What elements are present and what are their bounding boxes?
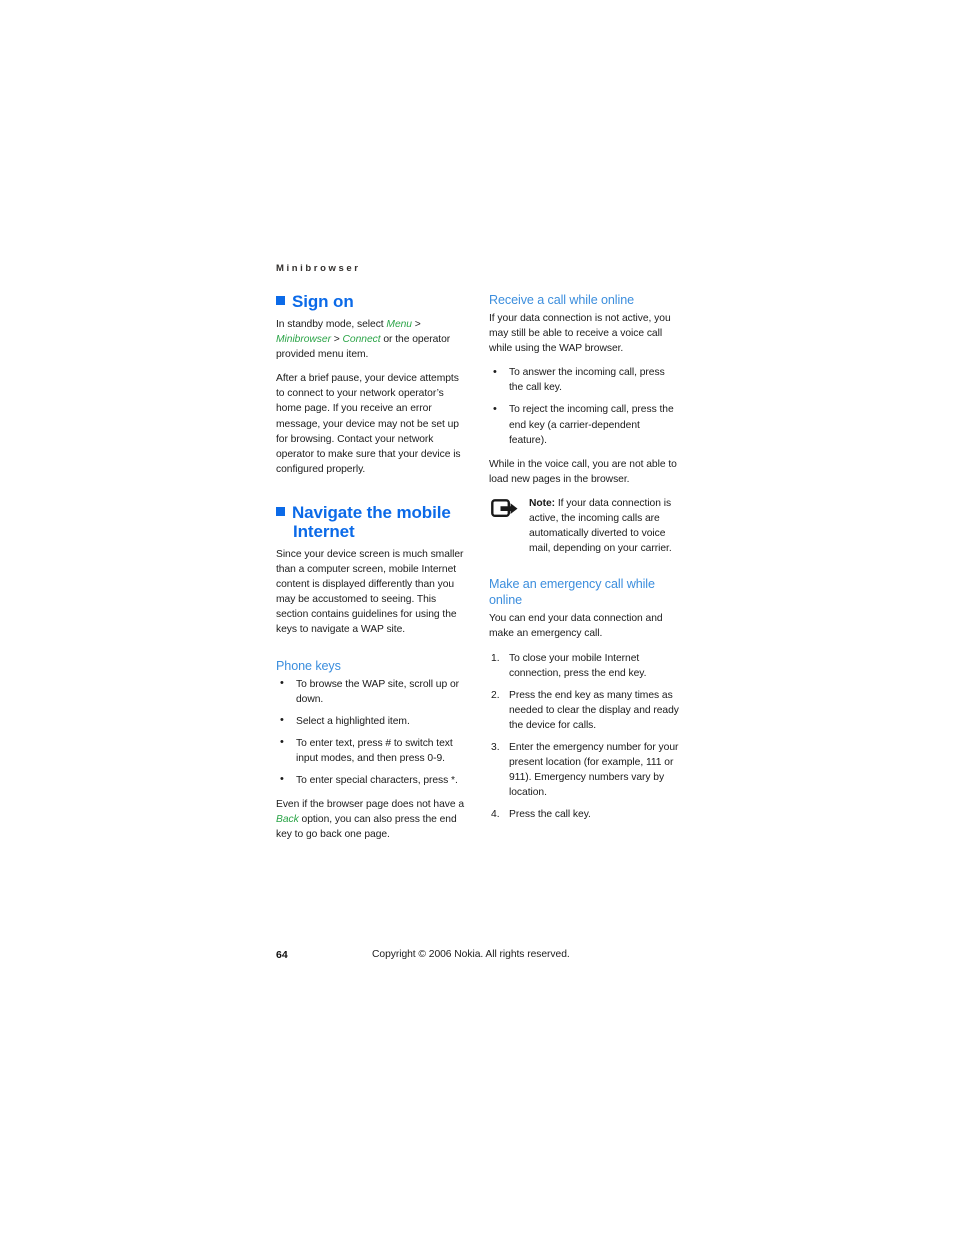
note-arrow-icon [491, 499, 521, 521]
list-item: To answer the incoming call, press the c… [489, 365, 680, 395]
menu-path-menu: Menu [386, 319, 412, 330]
list-item: To enter text, press # to switch text in… [276, 735, 467, 766]
sign-on-paragraph-2: After a brief pause, your device attempt… [276, 373, 461, 475]
subheading-receive-call: Receive a call while online [489, 293, 635, 307]
list-item: To reject the incoming call, press the e… [489, 402, 680, 447]
list-item: To enter special characters, press *. [276, 772, 467, 788]
phone-keys-closing-paragraph: Even if the browser page does not have a… [276, 797, 467, 842]
manual-page: Minibrowser Sign on In standby mode, sel… [0, 0, 954, 1235]
sign-on-p1-text-a: In standby mode, select [276, 319, 387, 330]
list-item: Select a highlighted item. [276, 713, 467, 729]
two-column-body: Sign on In standby mode, select Menu > M… [276, 292, 680, 842]
note-text: Note: If your data connection is active,… [529, 496, 680, 556]
navigate-paragraph-1: Since your device screen is much smaller… [276, 548, 464, 636]
note-label: Note: [529, 497, 556, 509]
page-number: 64 [276, 949, 288, 961]
right-column: Receive a call while online If your data… [489, 292, 680, 842]
subheading-emergency-call: Make an emergency call while online [489, 577, 655, 608]
section-heading-sign-on-label: Sign on [292, 292, 354, 311]
left-column: Sign on In standby mode, select Menu > M… [276, 292, 467, 842]
closing-text-a: Even if the browser page does not have a [276, 799, 465, 811]
back-option-label: Back [276, 814, 299, 826]
list-item: To browse the WAP site, scroll up or dow… [276, 676, 467, 707]
square-bullet-icon [276, 506, 285, 516]
list-item: Press the end key as many times as neede… [491, 688, 679, 731]
section-heading-navigate: Navigate the mobile Internet [276, 503, 467, 541]
square-bullet-icon [276, 296, 285, 305]
copyright-notice: Copyright © 2006 Nokia. All rights reser… [372, 949, 570, 960]
menu-path-sep-1: > [411, 319, 421, 330]
list-item: To close your mobile Internet connection… [491, 651, 647, 679]
note-callout: Note: If your data connection is active,… [489, 496, 680, 556]
receive-call-paragraph-1: If your data connection is not active, y… [489, 313, 671, 355]
closing-text-b: option, you can also press the end key t… [276, 814, 457, 841]
emergency-call-paragraph-1: You can end your data connection and mak… [489, 613, 663, 640]
list-item: Press the call key. [491, 807, 591, 822]
menu-path-connect: Connect [342, 334, 381, 346]
receive-call-bullet-list: To answer the incoming call, press the c… [489, 365, 680, 447]
sign-on-paragraph-1: In standby mode, select Menu > Minibrows… [276, 317, 467, 362]
menu-path-minibrowser: Minibrowser [276, 334, 331, 346]
section-heading-sign-on: Sign on [276, 292, 467, 311]
receive-call-paragraph-2: While in the voice call, you are not abl… [489, 458, 677, 485]
emergency-call-step-list: To close your mobile Internet connection… [489, 651, 680, 823]
subheading-phone-keys: Phone keys [276, 658, 341, 673]
phone-keys-bullet-list: To browse the WAP site, scroll up or dow… [276, 676, 467, 789]
running-header: Minibrowser [276, 263, 361, 274]
section-heading-navigate-label: Navigate the mobile Internet [292, 502, 451, 541]
menu-path-sep-2: > [330, 334, 343, 346]
list-item: Enter the emergency number for your pres… [491, 740, 679, 799]
